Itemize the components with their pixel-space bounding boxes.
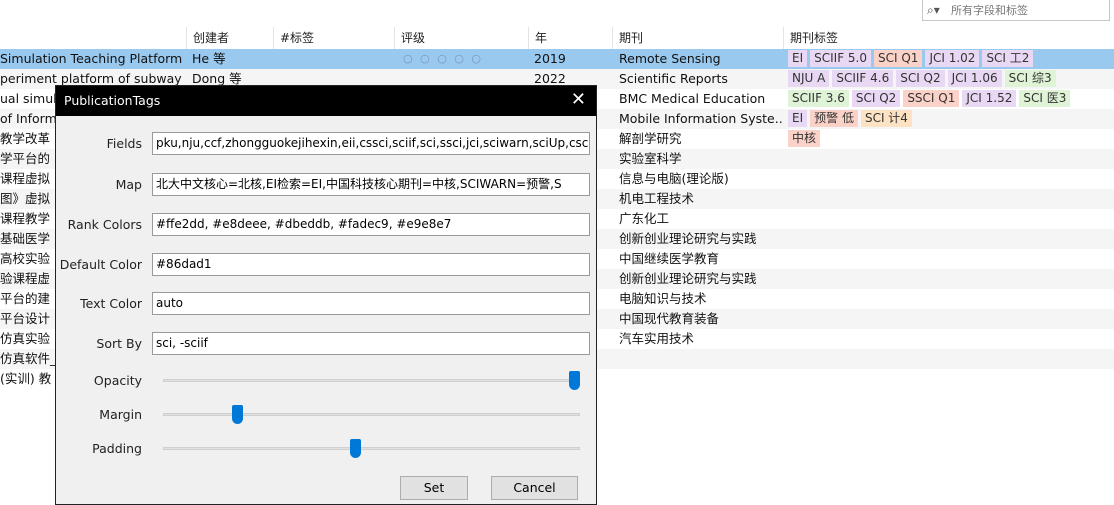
cell-journal-tags: EI SCIIF 5.0 SCI Q1 JCI 1.02 SCI 工2 (788, 50, 1114, 70)
cell-journal-tags: SCIIF 3.6 SCI Q2 SSCI Q1 JCI 1.52 SCI 医3 (788, 90, 1114, 110)
cell-journal: 信息与电脑(理论版) (619, 171, 729, 186)
journal-tag: SCI Q1 (874, 50, 923, 67)
cell-rating: ○ ○ ○ ○ ○ (403, 52, 483, 65)
journal-tag: JCI 1.52 (962, 90, 1017, 107)
cancel-button[interactable]: Cancel (491, 476, 578, 500)
journal-tag: SCIIF 5.0 (810, 50, 871, 67)
column-header-journal[interactable]: 期刊 (612, 27, 783, 49)
rank-colors-label: Rank Colors (67, 217, 142, 232)
cell-journal: 实验室科学 (619, 151, 682, 166)
journal-tag: SCI 计4 (860, 110, 912, 127)
opacity-slider-thumb[interactable] (569, 371, 580, 390)
journal-tag: JCI 1.06 (947, 70, 1002, 87)
margin-slider-track[interactable] (163, 413, 580, 416)
cell-journal: 中国现代教育装备 (619, 311, 720, 326)
journal-tag: SCI 工2 (982, 50, 1034, 67)
default-color-label: Default Color (59, 257, 142, 272)
journal-tag: EI (788, 50, 808, 67)
journal-tag: SSCI Q1 (903, 90, 960, 107)
column-header-bar: 创建者 #标签 评级 年 期刊 期刊标签 (0, 27, 1114, 50)
publication-tags-dialog: PublicationTags ✕ Fields pku,nju,ccf,zho… (55, 85, 597, 505)
cell-journal: 创新创业理论研究与实践 (619, 231, 757, 246)
cell-journal: Mobile Information Syste... (619, 111, 784, 126)
cell-journal: 汽车实用技术 (619, 331, 695, 346)
cell-title: Simulation Teaching Platform ... (0, 51, 186, 66)
cell-journal: Remote Sensing (619, 51, 721, 66)
column-header-creator[interactable]: 创建者 (186, 27, 273, 49)
padding-label: Padding (92, 441, 142, 456)
cell-year: 2019 (534, 51, 566, 66)
column-header-rating[interactable]: 评级 (394, 27, 528, 49)
cell-journal: 解剖学研究 (619, 131, 682, 146)
column-header-tags[interactable]: #标签 (273, 27, 394, 49)
close-icon[interactable]: ✕ (571, 89, 586, 110)
rank-colors-input[interactable]: #ffe2dd, #e8deee, #dbeddb, #fadec9, #e9e… (152, 213, 590, 236)
cell-journal: Scientific Reports (619, 71, 728, 86)
sort-by-input[interactable]: sci, -sciif (152, 332, 590, 355)
cell-journal: 电脑知识与技术 (619, 291, 707, 306)
search-icon[interactable]: ⌕▾ (927, 3, 945, 18)
cell-journal-tags: EI 预警 低 SCI 计4 (788, 110, 1114, 130)
column-header-title[interactable] (0, 27, 186, 49)
map-input[interactable]: 北大中文核心=北核,EI检索=EI,中国科技核心期刊=中核,SCIWARN=预警… (152, 173, 590, 196)
fields-label: Fields (106, 136, 142, 151)
journal-tag: SCI 综3 (1004, 70, 1056, 87)
text-color-label: Text Color (80, 296, 142, 311)
journal-tag: SCI Q2 (896, 70, 945, 87)
set-button[interactable]: Set (400, 476, 468, 500)
margin-label: Margin (99, 407, 142, 422)
table-row[interactable]: Simulation Teaching Platform ... He 等 ○ ○ … (0, 49, 1114, 69)
sort-by-label: Sort By (96, 336, 142, 351)
journal-tag: JCI 1.02 (925, 50, 980, 67)
dialog-title: PublicationTags (64, 93, 161, 108)
opacity-slider-track[interactable] (163, 379, 580, 382)
search-placeholder: 所有字段和标签 (951, 4, 1028, 17)
cell-journal: 机电工程技术 (619, 191, 695, 206)
journal-tag: EI (788, 110, 808, 127)
search-box[interactable]: ⌕▾ 所有字段和标签 (922, 0, 1110, 21)
padding-slider-thumb[interactable] (349, 439, 361, 458)
cell-journal-tags: 中核 (788, 130, 1114, 150)
dialog-titlebar[interactable]: PublicationTags ✕ (56, 86, 596, 116)
opacity-label: Opacity (93, 373, 142, 388)
margin-slider-thumb[interactable] (232, 405, 244, 424)
padding-slider-track[interactable] (163, 447, 580, 450)
cell-journal: 创新创业理论研究与实践 (619, 271, 757, 286)
journal-tag: SCIIF 4.6 (832, 70, 894, 87)
journal-tag: 中核 (788, 130, 821, 147)
cell-journal-tags: NJU A SCIIF 4.6 SCI Q2 JCI 1.06 SCI 综3 (788, 70, 1114, 90)
column-header-year[interactable]: 年 (528, 27, 612, 49)
cell-journal: 中国继续医学教育 (619, 251, 720, 266)
cell-creator: He 等 (192, 51, 226, 66)
journal-tag: SCI 医3 (1019, 90, 1071, 107)
fields-input[interactable]: pku,nju,ccf,zhongguokejihexin,eii,cssci,… (152, 132, 590, 155)
journal-tag: SCI Q2 (851, 90, 901, 107)
map-label: Map (115, 177, 142, 192)
journal-tag: 预警 低 (810, 110, 858, 127)
column-header-journal-tags[interactable]: 期刊标签 (783, 27, 1114, 49)
cell-journal: 广东化工 (619, 211, 670, 226)
journal-tag: NJU A (788, 70, 830, 87)
text-color-input[interactable]: auto (152, 292, 590, 315)
journal-tag: SCIIF 3.6 (788, 90, 849, 107)
default-color-input[interactable]: #86dad1 (152, 253, 590, 276)
cell-journal: BMC Medical Education (619, 91, 766, 106)
